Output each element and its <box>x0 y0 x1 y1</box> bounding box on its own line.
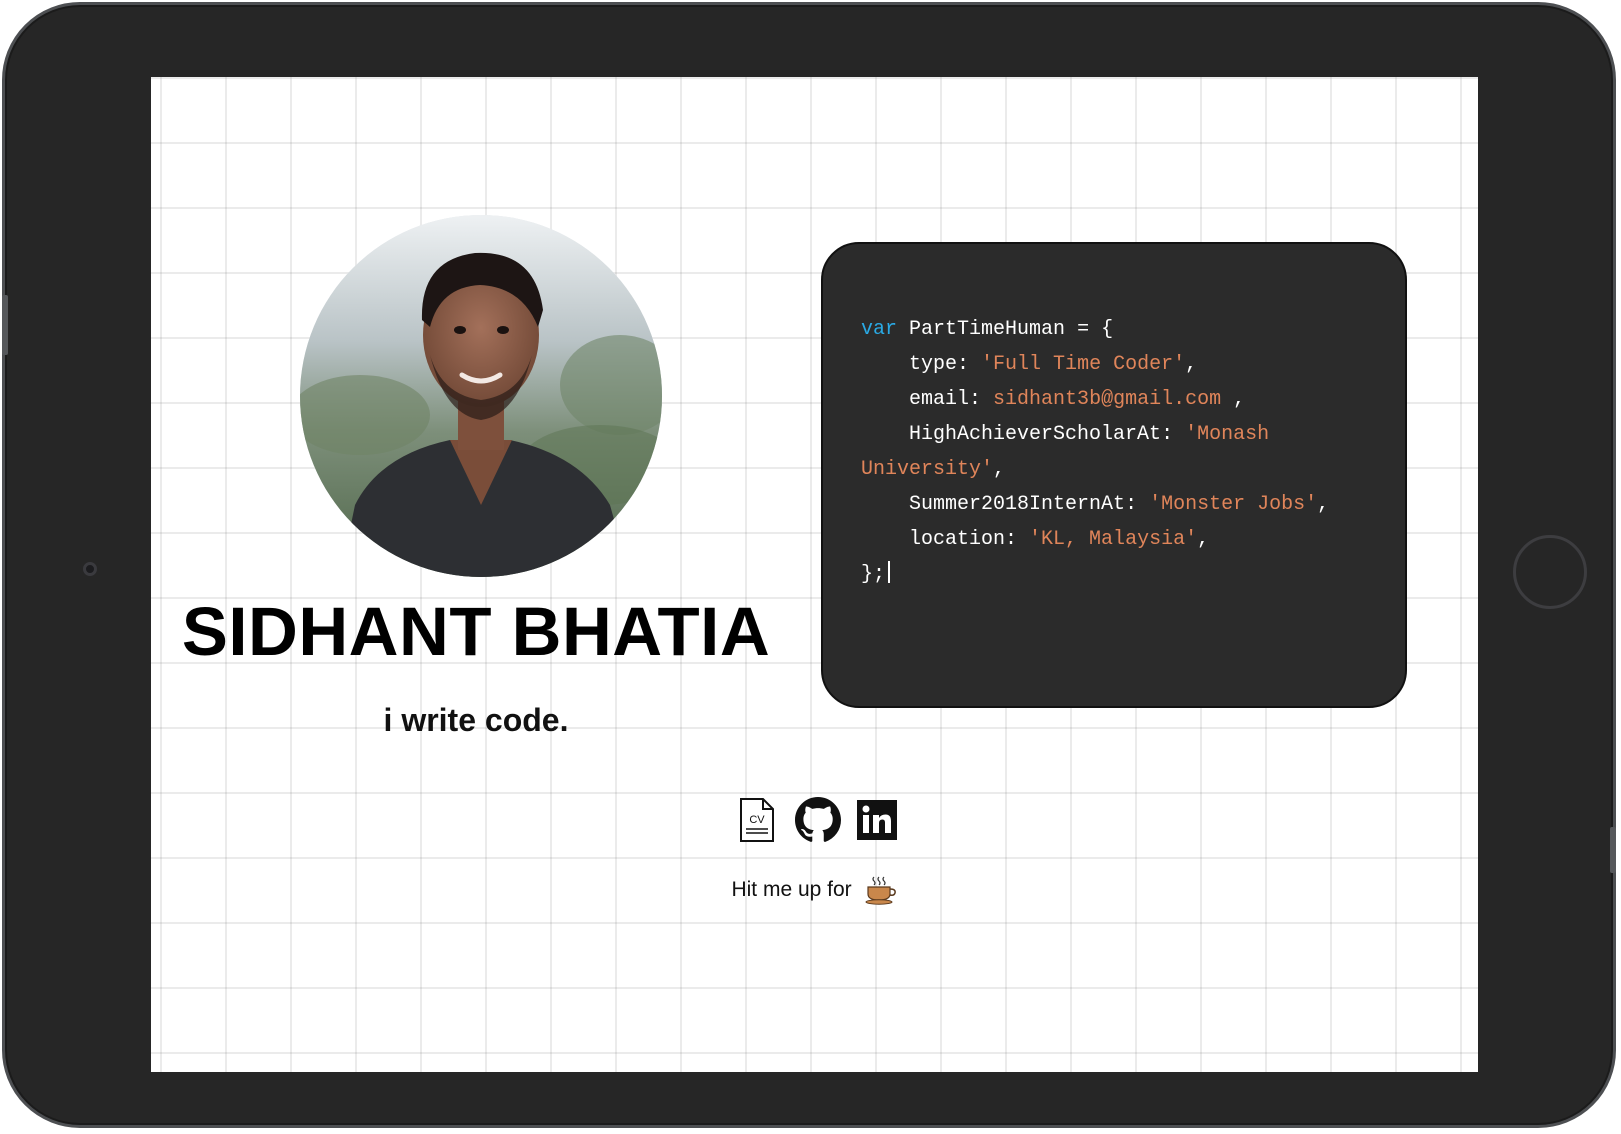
coffee-cup-icon <box>865 876 896 905</box>
code-punct: , <box>1317 493 1330 516</box>
social-links: CV <box>735 797 899 843</box>
code-string: 'Monash <box>1185 423 1270 446</box>
hero-name: SIDHANT BHATIA <box>181 593 771 670</box>
code-string: 'KL, Malaysia' <box>1029 528 1198 551</box>
screen: SIDHANT BHATIA i write code. var PartTim… <box>151 77 1478 1072</box>
code-line-close: }; <box>861 557 1405 592</box>
profile-photo-illustration <box>300 215 662 577</box>
contact-footer: Hit me up for <box>151 875 1478 905</box>
code-line-intern: Summer2018InternAt: 'Monster Jobs', <box>909 493 1330 516</box>
code-line-scholar: HighAchieverScholarAt: 'Monash <box>909 423 1270 446</box>
footer-text: Hit me up for <box>731 878 852 901</box>
cv-document-icon: CV <box>740 798 774 842</box>
code-string: 'Full Time Coder' <box>981 353 1186 376</box>
code-variable: PartTimeHuman <box>909 318 1066 341</box>
email-link[interactable]: sidhant3b@gmail.com <box>993 388 1221 411</box>
code-line-scholar-continued: University', <box>861 452 1405 487</box>
tablet-frame: SIDHANT BHATIA i write code. var PartTim… <box>2 2 1616 1128</box>
typing-cursor <box>888 561 891 583</box>
code-punct: , <box>1197 528 1210 551</box>
code-key: Summer2018InternAt <box>909 493 1126 516</box>
code-punct: , <box>1221 388 1246 411</box>
code-key: location <box>909 528 1006 551</box>
code-line-declaration: var PartTimeHuman = { <box>861 312 1405 347</box>
code-key: HighAchieverScholarAt <box>909 423 1162 446</box>
volume-button <box>2 295 8 355</box>
code-open-brace: = { <box>1065 318 1114 341</box>
linkedin-link[interactable] <box>855 797 899 843</box>
home-button[interactable] <box>1513 535 1587 609</box>
github-icon <box>795 797 841 842</box>
code-line-type: type: 'Full Time Coder', <box>909 353 1198 376</box>
code-key: email <box>909 388 970 411</box>
code-string: University' <box>861 458 994 481</box>
linkedin-icon <box>857 800 897 840</box>
code-line-location: location: 'KL, Malaysia', <box>909 528 1210 551</box>
code-string: 'Monster Jobs' <box>1149 493 1318 516</box>
profile-photo <box>300 215 662 577</box>
front-camera <box>83 562 97 576</box>
power-button <box>1610 827 1616 873</box>
github-link[interactable] <box>795 797 841 843</box>
code-line-email: email: sidhant3b@gmail.com , <box>909 388 1246 411</box>
code-card: var PartTimeHuman = { type: 'Full Time C… <box>821 242 1407 708</box>
code-key: type <box>909 353 958 376</box>
code-close-brace: }; <box>861 563 886 586</box>
cv-link[interactable]: CV <box>735 797 779 843</box>
code-punct: , <box>1185 353 1198 376</box>
cv-label: CV <box>749 814 765 826</box>
code-punct: , <box>993 458 1006 481</box>
code-keyword: var <box>861 318 898 341</box>
tagline: i write code. <box>383 702 569 738</box>
